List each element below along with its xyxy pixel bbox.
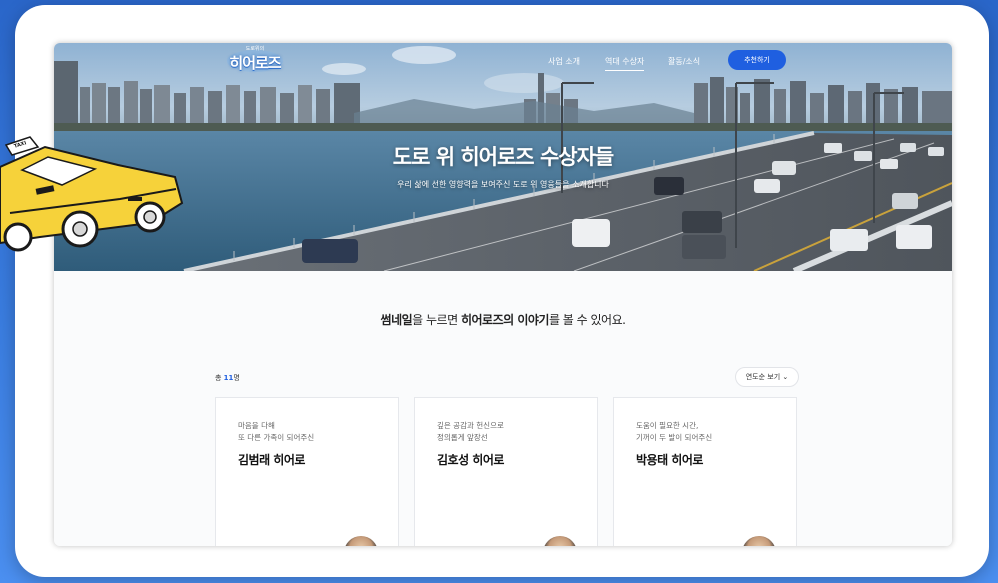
taxi-icon xyxy=(0,136,184,252)
nav-link-news[interactable]: 활동/소식 xyxy=(668,56,700,67)
card-name: 김범래 히어로 xyxy=(238,453,305,467)
intro-highlight: 히어로즈의 이야기 xyxy=(460,313,550,327)
winners-section: 썸네일을 누르면 히어로즈의 이야기를 볼 수 있어요. 총 11명 연도순 보… xyxy=(54,271,952,546)
logo-text: 히어로즈 xyxy=(229,54,281,72)
count-prefix: 총 xyxy=(215,374,224,382)
recommend-button[interactable]: 추천하기 xyxy=(728,50,786,70)
card-avatar xyxy=(543,536,577,546)
taxi-illustration: TAXI xyxy=(0,125,195,260)
card-description: 마음을 다해 또 다른 가족이 되어주신 xyxy=(238,420,314,444)
intro-text: 썸네일을 누르면 히어로즈의 이야기를 볼 수 있어요. xyxy=(54,311,952,328)
card-desc-line: 기꺼이 두 발이 되어주신 xyxy=(636,433,713,442)
card-description: 도움이 필요한 시간, 기꺼이 두 발이 되어주신 xyxy=(636,420,712,444)
card-name: 김호성 히어로 xyxy=(437,453,504,467)
sort-dropdown[interactable]: 연도순 보기 ⌄ xyxy=(735,367,799,387)
count-number: 11 xyxy=(223,374,234,382)
count-suffix: 명 xyxy=(233,374,240,382)
nav-link-about[interactable]: 사업 소개 xyxy=(548,56,580,67)
intro-text-part: 을 누르면 xyxy=(412,313,461,327)
card-description: 깊은 공감과 헌신으로 정의롭게 앞장선 xyxy=(437,420,504,444)
card-desc-line: 또 다른 가족이 되어주신 xyxy=(238,433,315,442)
hero-card[interactable]: 깊은 공감과 헌신으로 정의롭게 앞장선 김호성 히어로 xyxy=(414,397,598,546)
nav-link-winners[interactable]: 역대 수상자 xyxy=(605,56,645,71)
card-desc-line: 정의롭게 앞장선 xyxy=(437,433,488,442)
card-desc-line: 도움이 필요한 시간, xyxy=(636,421,699,430)
hero-card[interactable]: 마음을 다해 또 다른 가족이 되어주신 김범래 히어로 xyxy=(215,397,399,546)
card-desc-line: 마음을 다해 xyxy=(238,421,275,430)
card-desc-line: 깊은 공감과 헌신으로 xyxy=(437,421,504,430)
hero-card[interactable]: 도움이 필요한 시간, 기꺼이 두 발이 되어주신 박용태 히어로 xyxy=(613,397,797,546)
top-navigation: 도로위의 히어로즈 사업 소개 역대 수상자 활동/소식 추천하기 xyxy=(54,43,952,81)
logo-small-text: 도로위의 xyxy=(245,46,265,52)
site-logo[interactable]: 도로위의 히어로즈 xyxy=(226,46,284,73)
intro-thumbnail-word: 썸네일 xyxy=(380,313,413,327)
intro-text-end: 를 볼 수 있어요. xyxy=(548,313,626,327)
web-page: 도로위의 히어로즈 사업 소개 역대 수상자 활동/소식 추천하기 도로 위 히… xyxy=(54,43,952,546)
card-name: 박용태 히어로 xyxy=(636,453,703,467)
card-avatar xyxy=(742,536,776,546)
card-avatar xyxy=(344,536,378,546)
total-count: 총 11명 xyxy=(215,373,240,383)
